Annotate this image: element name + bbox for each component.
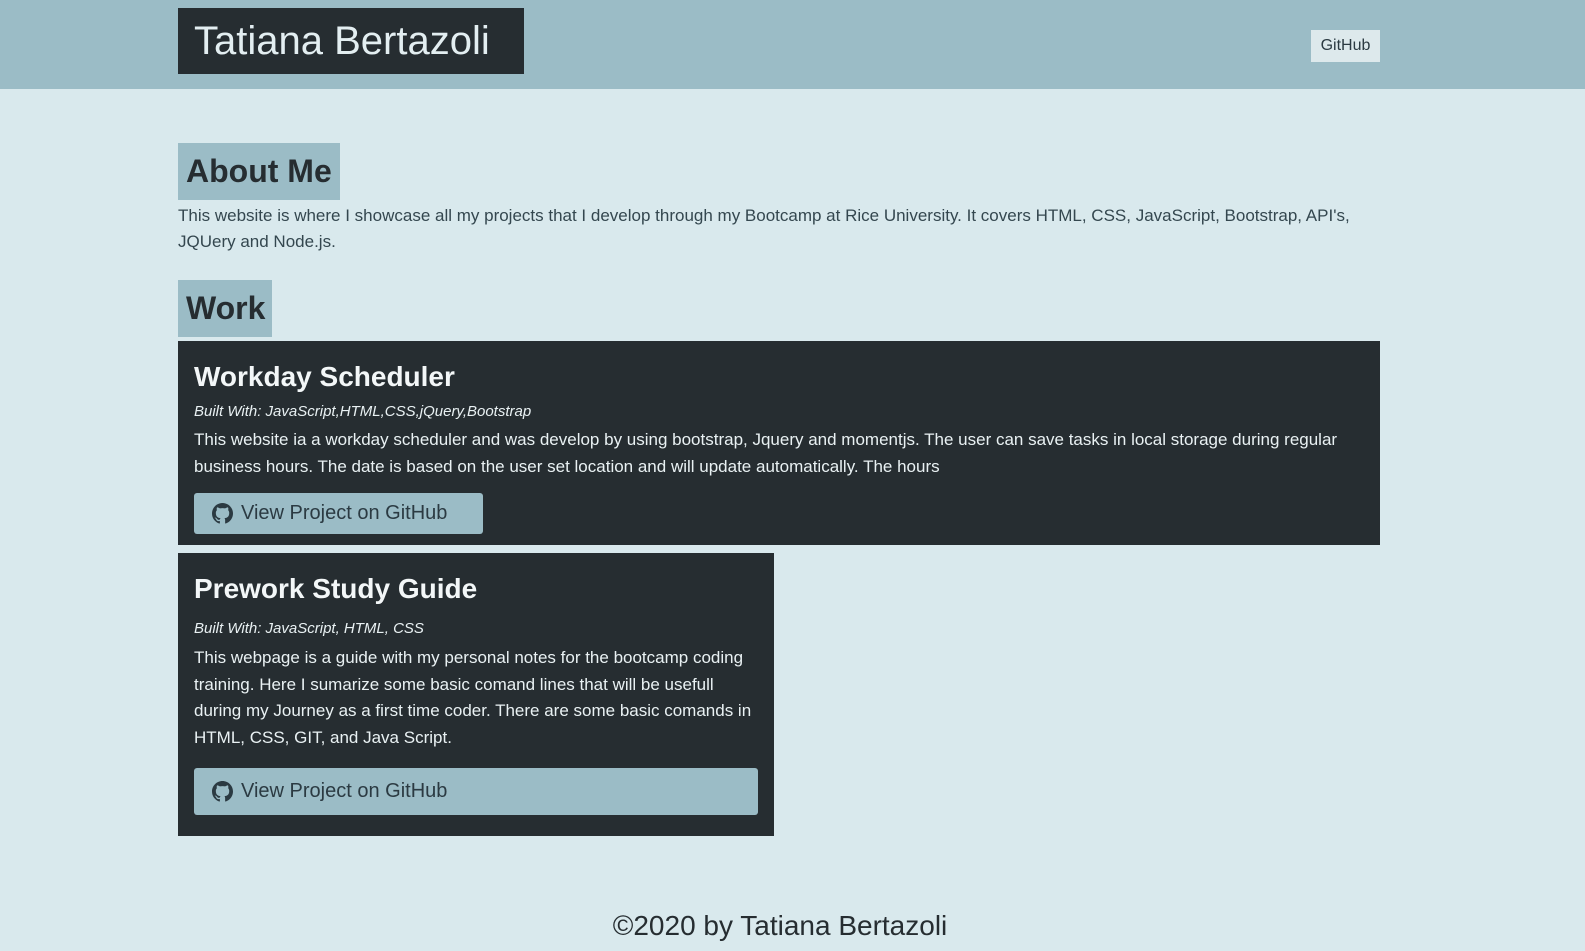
view-project-button[interactable]: View Project on GitHub — [194, 493, 483, 534]
work-heading: Work — [178, 280, 272, 337]
project-description: This website ia a workday scheduler and … — [194, 430, 1338, 476]
github-icon — [212, 781, 233, 802]
project-built-with: Built With: JavaScript,HTML,CSS,jQuery,B… — [194, 403, 532, 420]
about-text: This website is where I showcase all my … — [178, 206, 1350, 251]
site-footer: ©2020 by Tatiana Bertazoli — [612, 910, 948, 941]
view-project-label: View Project on GitHub — [241, 780, 448, 802]
project-card: Prework Study Guide Built With: JavaScri… — [178, 553, 774, 836]
view-project-button[interactable]: View Project on GitHub — [194, 768, 758, 815]
github-nav-link[interactable]: GitHub — [1311, 30, 1380, 62]
about-heading: About Me — [178, 143, 340, 200]
project-title: Prework Study Guide — [194, 573, 478, 604]
site-title: Tatiana Bertazoli — [178, 8, 524, 74]
project-built-with: Built With: JavaScript, HTML, CSS — [194, 620, 424, 637]
site-header: Tatiana Bertazoli GitHub — [0, 0, 1585, 89]
github-icon — [212, 503, 233, 524]
project-description: This webpage is a guide with my personal… — [194, 648, 752, 747]
project-card: Workday Scheduler Built With: JavaScript… — [178, 341, 1380, 545]
project-title: Workday Scheduler — [194, 361, 455, 392]
view-project-label: View Project on GitHub — [241, 502, 448, 524]
